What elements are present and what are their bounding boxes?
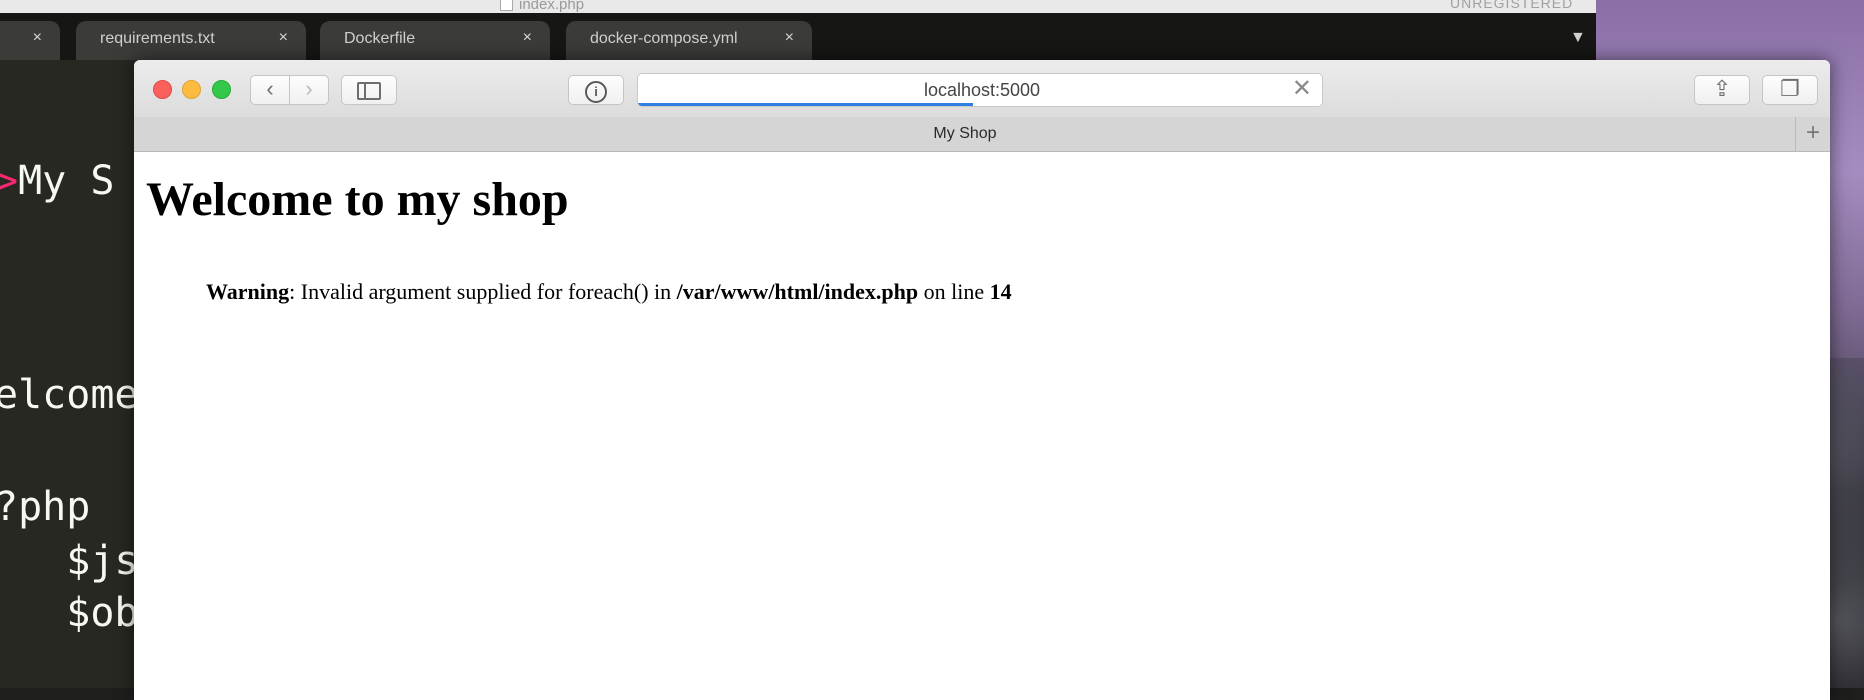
code-tag-mark: > [0, 158, 19, 204]
editor-tab-index[interactable]: × [0, 21, 60, 60]
code-line: elcome [0, 372, 136, 418]
warning-file: /var/www/html/index.php [676, 279, 919, 304]
code-line: ?php [0, 484, 90, 530]
sidebar-toggle-button[interactable] [341, 75, 397, 105]
address-bar[interactable]: ✕ [637, 73, 1323, 107]
chevron-left-icon: ‹ [266, 76, 274, 101]
new-tab-button[interactable]: + [1795, 117, 1830, 151]
file-icon [500, 0, 513, 11]
code-text: ?php [0, 484, 91, 530]
window-minimize-button[interactable] [182, 80, 201, 99]
back-button[interactable]: ‹ [250, 75, 290, 105]
editor-tab-dockerfile[interactable]: Dockerfile × [320, 21, 550, 60]
sidebar-icon [357, 82, 381, 100]
browser-tab-strip: My Shop + [134, 117, 1830, 152]
close-icon[interactable]: × [785, 29, 794, 47]
code-text: My S [18, 158, 115, 204]
code-text: $js [0, 538, 136, 584]
close-icon[interactable]: × [523, 29, 532, 47]
window-maximize-button[interactable] [212, 80, 231, 99]
editor-window-title: index.php [500, 0, 584, 13]
editor-title-text: index.php [519, 0, 585, 13]
license-status: UNREGISTERED [1450, 0, 1574, 11]
code-editor[interactable]: >My S elcome ?php $js $ob [0, 60, 136, 688]
page-load-progress [638, 103, 974, 106]
code-line: $js [0, 538, 136, 584]
code-line: $ob [0, 590, 136, 636]
forward-button[interactable]: › [289, 75, 329, 105]
info-icon: i [585, 81, 607, 103]
browser-tab-title[interactable]: My Shop [134, 125, 1796, 143]
page-content: Welcome to my shop Warning: Invalid argu… [134, 152, 1830, 700]
browser-window: ‹ › i ✕ ⇪ ❐ My Shop + Welcome to my shop… [134, 60, 1830, 700]
page-heading: Welcome to my shop [146, 173, 569, 226]
chevron-right-icon: › [305, 76, 313, 101]
warning-line-number: 14 [989, 279, 1012, 304]
share-button[interactable]: ⇪ [1694, 75, 1750, 105]
editor-titlebar: index.php UNREGISTERED [0, 0, 1596, 14]
url-input[interactable] [638, 74, 1322, 106]
warning-on-line: on line [918, 279, 990, 304]
code-line: >My S [0, 158, 114, 204]
php-warning: Warning: Invalid argument supplied for f… [206, 279, 1012, 305]
editor-tabbar: × requirements.txt × Dockerfile × docker… [0, 13, 1596, 60]
page-info-button[interactable]: i [568, 75, 624, 105]
show-tabs-button[interactable]: ❐ [1762, 75, 1818, 105]
warning-label: Warning [206, 279, 290, 304]
stop-loading-icon[interactable]: ✕ [1292, 76, 1312, 102]
editor-tab-requirements[interactable]: requirements.txt × [76, 21, 306, 60]
editor-tab-label: requirements.txt [100, 30, 215, 47]
close-icon[interactable]: × [279, 29, 288, 47]
share-icon: ⇪ [1712, 76, 1732, 101]
tabs-overview-icon: ❐ [1780, 76, 1800, 101]
window-close-button[interactable] [153, 80, 172, 99]
close-icon[interactable]: × [33, 29, 42, 47]
editor-tab-docker-compose[interactable]: docker-compose.yml × [566, 21, 812, 60]
editor-tab-label: docker-compose.yml [590, 30, 738, 47]
tab-menu-caret-icon[interactable]: ▼ [1570, 29, 1586, 47]
code-text: elcome [0, 372, 136, 418]
warning-message: : Invalid argument supplied for foreach(… [289, 279, 677, 304]
editor-tab-label: Dockerfile [344, 30, 416, 47]
code-text: $ob [0, 590, 136, 636]
browser-toolbar: ‹ › i ✕ ⇪ ❐ [134, 60, 1830, 118]
